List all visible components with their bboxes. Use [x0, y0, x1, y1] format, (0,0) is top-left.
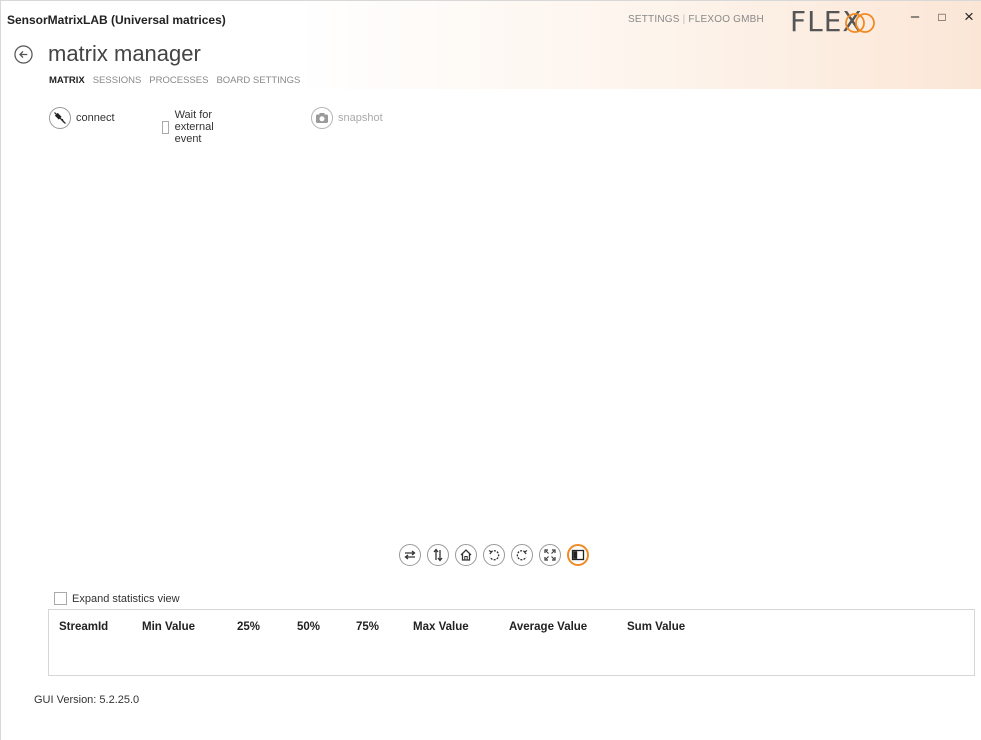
expand-statistics-label: Expand statistics view — [72, 592, 180, 605]
flexoo-logo: FLEX — [790, 5, 875, 38]
link-separator: | — [682, 14, 686, 25]
tab-processes[interactable]: PROCESSES — [149, 75, 208, 86]
app-title: SensorMatrixLAB (Universal matrices) — [7, 13, 226, 27]
plot-toolbar — [399, 544, 589, 566]
camera-icon — [311, 107, 333, 129]
expand-statistics-toggle[interactable]: Expand statistics view — [54, 592, 180, 605]
back-arrow-icon[interactable] — [14, 45, 33, 64]
nav-tabs: MATRIX SESSIONS PROCESSES BOARD SETTINGS — [49, 75, 300, 86]
gui-version: GUI Version: 5.2.25.0 — [34, 694, 140, 706]
tab-matrix[interactable]: MATRIX — [49, 75, 85, 86]
expand-statistics-checkbox[interactable] — [54, 592, 67, 605]
fit-to-screen-icon[interactable] — [539, 544, 561, 566]
page-title: matrix manager — [48, 41, 201, 66]
connect-button[interactable]: connect — [49, 107, 115, 129]
settings-link[interactable]: SETTINGS — [628, 14, 680, 25]
column-header-average-value[interactable]: Average Value — [509, 621, 587, 633]
column-header-streamid[interactable]: StreamId — [59, 621, 108, 633]
snapshot-label: snapshot — [338, 112, 383, 124]
logo-rings-icon — [845, 13, 875, 33]
statistics-table: StreamId Min Value 25% 50% 75% Max Value… — [48, 609, 975, 676]
disconnected-plug-icon — [49, 107, 71, 129]
swap-axes-icon[interactable] — [399, 544, 421, 566]
connect-label: connect — [76, 112, 115, 124]
top-links: SETTINGS | FLEXOO GMBH — [628, 14, 764, 25]
column-header-25[interactable]: 25% — [237, 621, 260, 633]
rotate-left-icon[interactable] — [483, 544, 505, 566]
home-icon[interactable] — [455, 544, 477, 566]
flip-vertical-icon[interactable] — [427, 544, 449, 566]
minimize-button[interactable]: – — [905, 7, 925, 27]
app-window: SensorMatrixLAB (Universal matrices) SET… — [0, 0, 981, 740]
column-header-min-value[interactable]: Min Value — [142, 621, 195, 633]
column-header-sum-value[interactable]: Sum Value — [627, 621, 685, 633]
close-button[interactable]: × — [959, 7, 979, 27]
tab-sessions[interactable]: SESSIONS — [93, 75, 142, 86]
tab-board-settings[interactable]: BOARD SETTINGS — [216, 75, 300, 86]
panel-toggle-icon[interactable] — [567, 544, 589, 566]
external-event-label: Wait for external event — [174, 109, 214, 145]
column-header-75[interactable]: 75% — [356, 621, 379, 633]
external-event-checkbox[interactable] — [162, 120, 169, 134]
column-header-max-value[interactable]: Max Value — [413, 621, 469, 633]
company-link[interactable]: FLEXOO GMBH — [688, 14, 764, 25]
maximize-button[interactable]: □ — [932, 7, 952, 27]
rotate-right-icon[interactable] — [511, 544, 533, 566]
snapshot-button[interactable]: snapshot — [311, 107, 383, 129]
external-event-toggle[interactable]: Wait for external event — [162, 109, 220, 145]
column-header-50[interactable]: 50% — [297, 621, 320, 633]
